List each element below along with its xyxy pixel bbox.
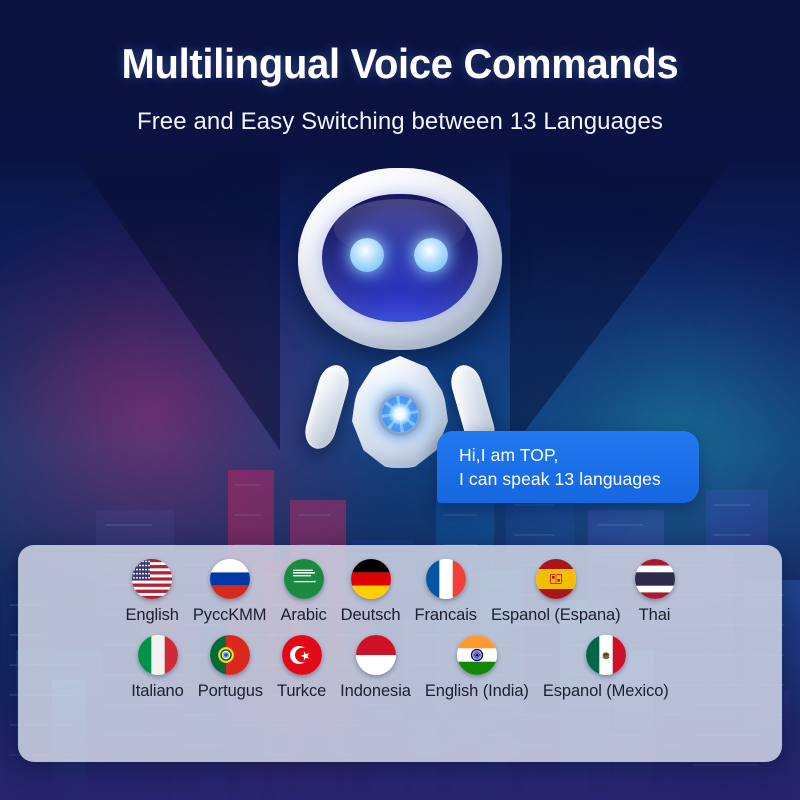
language-item[interactable]: Italiano bbox=[124, 635, 190, 701]
robot-face-screen bbox=[322, 194, 478, 322]
language-item[interactable]: Indonesia bbox=[333, 635, 418, 701]
robot-mascot bbox=[290, 160, 510, 470]
th-flag-icon bbox=[634, 559, 675, 599]
language-item[interactable]: Thai bbox=[628, 559, 682, 625]
id-flag-icon bbox=[355, 635, 396, 675]
mx-flag-icon bbox=[585, 635, 626, 675]
language-item[interactable]: Espanol (Espana) bbox=[484, 559, 628, 625]
language-item[interactable]: Turkce bbox=[270, 635, 333, 701]
language-item[interactable]: Portugus bbox=[191, 635, 270, 701]
de-flag-icon bbox=[350, 559, 391, 599]
speech-line-2: I can speak 13 languages bbox=[459, 469, 661, 489]
language-item[interactable]: English (India) bbox=[418, 635, 536, 701]
page-title: Multilingual Voice Commands bbox=[121, 40, 679, 87]
us-flag-icon bbox=[132, 559, 173, 599]
language-row-2: Italiano Portugus Turkce Indonesia Englis… bbox=[24, 635, 776, 701]
tr-flag-icon bbox=[281, 635, 322, 675]
language-label: Arabic bbox=[280, 606, 327, 624]
language-label: Portugus bbox=[197, 682, 263, 700]
promo-banner: Multilingual Voice Commands Free and Eas… bbox=[0, 0, 800, 800]
robot-eye-left bbox=[350, 238, 384, 272]
speech-line-1: Hi,I am TOP, bbox=[459, 445, 559, 465]
es-flag-icon bbox=[535, 559, 576, 599]
robot-head bbox=[298, 168, 502, 350]
language-label: Francais bbox=[414, 606, 477, 624]
page-subtitle: Free and Easy Switching between 13 Langu… bbox=[136, 108, 664, 135]
language-label: PyccKMM bbox=[192, 606, 267, 624]
language-label: Deutsch bbox=[340, 606, 401, 624]
language-item[interactable]: PyccKMM bbox=[186, 559, 274, 625]
pt-flag-icon bbox=[210, 635, 251, 675]
speech-bubble: Hi,I am TOP, I can speak 13 languages bbox=[437, 431, 699, 503]
language-item[interactable]: Francais bbox=[407, 559, 483, 625]
language-label: Turkce bbox=[276, 682, 327, 700]
language-label: Espanol (Espana) bbox=[490, 606, 621, 624]
language-item[interactable]: Deutsch bbox=[334, 559, 408, 625]
in-flag-icon bbox=[456, 635, 497, 675]
it-flag-icon bbox=[137, 635, 178, 675]
robot-chest-light-icon bbox=[378, 392, 422, 436]
sa-flag-icon bbox=[283, 559, 324, 599]
language-label: English (India) bbox=[424, 682, 529, 700]
robot-arm-left bbox=[300, 361, 354, 453]
language-label: Italiano bbox=[131, 682, 184, 700]
language-label: Indonesia bbox=[340, 682, 411, 700]
language-panel: English PyccKMM Arabic Deutsch Francais Esp… bbox=[18, 545, 782, 762]
language-item[interactable]: English bbox=[118, 559, 185, 625]
language-row-1: English PyccKMM Arabic Deutsch Francais Esp… bbox=[24, 559, 776, 625]
fr-flag-icon bbox=[425, 559, 466, 599]
language-label: Espanol (Mexico) bbox=[542, 682, 669, 700]
language-item[interactable]: Espanol (Mexico) bbox=[536, 635, 676, 701]
language-item[interactable]: Arabic bbox=[273, 559, 333, 625]
ru-flag-icon bbox=[209, 559, 250, 599]
language-label: English bbox=[125, 606, 179, 624]
robot-eye-right bbox=[414, 238, 448, 272]
language-label: Thai bbox=[638, 606, 671, 624]
